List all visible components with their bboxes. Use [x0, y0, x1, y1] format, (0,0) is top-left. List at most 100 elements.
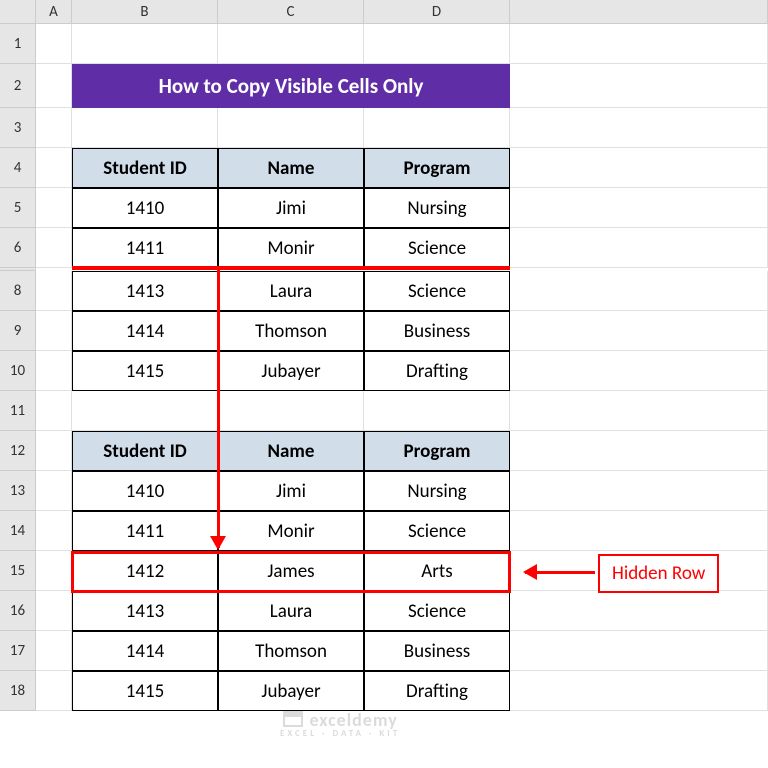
table-cell[interactable]: 1414	[72, 311, 218, 351]
table2-header-id[interactable]: Student ID	[72, 431, 218, 471]
row-header[interactable]: 12	[0, 431, 36, 471]
table-cell[interactable]: Nursing	[364, 471, 510, 511]
table1-header-name[interactable]: Name	[218, 148, 364, 188]
cell[interactable]	[218, 24, 364, 64]
cell[interactable]	[510, 591, 768, 631]
row-header[interactable]: 14	[0, 511, 36, 551]
table-cell[interactable]: 1413	[72, 591, 218, 631]
table-cell[interactable]: Drafting	[364, 351, 510, 391]
table-cell[interactable]: 1411	[72, 228, 218, 268]
cell[interactable]	[36, 591, 72, 631]
table-cell[interactable]: James	[218, 551, 364, 591]
col-header-A[interactable]: A	[36, 0, 72, 23]
cell[interactable]	[510, 351, 768, 391]
table-cell[interactable]: Jimi	[218, 471, 364, 511]
row-header[interactable]: 11	[0, 391, 36, 431]
table-cell[interactable]: 1412	[72, 551, 218, 591]
row-header[interactable]: 8	[0, 271, 36, 311]
row-header[interactable]: 9	[0, 311, 36, 351]
table-cell[interactable]: Jubayer	[218, 671, 364, 711]
cell[interactable]	[218, 108, 364, 148]
cell[interactable]	[36, 64, 72, 108]
table-cell[interactable]: Thomson	[218, 311, 364, 351]
table-cell[interactable]: Science	[364, 511, 510, 551]
col-header-B[interactable]: B	[72, 0, 218, 23]
table-cell[interactable]: Business	[364, 311, 510, 351]
table-cell[interactable]: Monir	[218, 511, 364, 551]
table1-header-program[interactable]: Program	[364, 148, 510, 188]
table-cell[interactable]: 1410	[72, 188, 218, 228]
table-cell[interactable]: Laura	[218, 591, 364, 631]
cell[interactable]	[36, 148, 72, 188]
table2-header-name[interactable]: Name	[218, 431, 364, 471]
table-cell[interactable]: Business	[364, 631, 510, 671]
row-header[interactable]: 17	[0, 631, 36, 671]
table-cell[interactable]: 1414	[72, 631, 218, 671]
table-cell[interactable]: 1415	[72, 351, 218, 391]
cell[interactable]	[36, 671, 72, 711]
cell[interactable]	[510, 271, 768, 311]
table-cell[interactable]: 1410	[72, 471, 218, 511]
cell[interactable]	[36, 431, 72, 471]
table-cell[interactable]: Thomson	[218, 631, 364, 671]
title-cell[interactable]: How to Copy Visible Cells Only	[72, 64, 510, 108]
col-header-C[interactable]: C	[218, 0, 364, 23]
table-cell[interactable]: Science	[364, 228, 510, 268]
table1-header-id[interactable]: Student ID	[72, 148, 218, 188]
cell[interactable]	[510, 631, 768, 671]
cell[interactable]	[36, 631, 72, 671]
cell[interactable]	[510, 24, 768, 64]
cell[interactable]	[510, 431, 768, 471]
row-header[interactable]: 15	[0, 551, 36, 591]
row-header[interactable]: 10	[0, 351, 36, 391]
table-cell[interactable]: Nursing	[364, 188, 510, 228]
table-cell[interactable]: Jimi	[218, 188, 364, 228]
cell[interactable]	[510, 671, 768, 711]
table-cell[interactable]: Science	[364, 591, 510, 631]
table-cell[interactable]: 1415	[72, 671, 218, 711]
cell[interactable]	[36, 471, 72, 511]
cell[interactable]	[510, 311, 768, 351]
table-cell[interactable]: 1411	[72, 511, 218, 551]
table-cell[interactable]: Jubayer	[218, 351, 364, 391]
cell[interactable]	[72, 391, 218, 431]
table-cell[interactable]: 1413	[72, 271, 218, 311]
table-cell[interactable]: Arts	[364, 551, 510, 591]
cell[interactable]	[364, 24, 510, 64]
cell[interactable]	[510, 471, 768, 511]
cell[interactable]	[36, 511, 72, 551]
cell[interactable]	[36, 271, 72, 311]
cell[interactable]	[510, 228, 768, 268]
table-cell[interactable]: Laura	[218, 271, 364, 311]
cell[interactable]	[510, 391, 768, 431]
row-header[interactable]: 2	[0, 64, 36, 108]
select-all-corner[interactable]	[0, 0, 36, 23]
cell[interactable]	[72, 24, 218, 64]
cell[interactable]	[36, 228, 72, 268]
row-header[interactable]: 3	[0, 108, 36, 148]
row-header[interactable]: 4	[0, 148, 36, 188]
cell[interactable]	[36, 311, 72, 351]
row-header[interactable]: 5	[0, 188, 36, 228]
table-cell[interactable]: Science	[364, 271, 510, 311]
cell[interactable]	[72, 108, 218, 148]
cell[interactable]	[364, 108, 510, 148]
cell[interactable]	[36, 551, 72, 591]
cell[interactable]	[510, 64, 768, 108]
col-header-D[interactable]: D	[364, 0, 510, 23]
cell[interactable]	[510, 188, 768, 228]
row-header[interactable]: 13	[0, 471, 36, 511]
cell[interactable]	[218, 391, 364, 431]
cell[interactable]	[36, 351, 72, 391]
table-cell[interactable]: Drafting	[364, 671, 510, 711]
cell[interactable]	[36, 188, 72, 228]
table-cell[interactable]: Monir	[218, 228, 364, 268]
cell[interactable]	[364, 391, 510, 431]
cell[interactable]	[36, 391, 72, 431]
cell[interactable]	[510, 511, 768, 551]
row-header[interactable]: 6	[0, 228, 36, 268]
row-header[interactable]: 1	[0, 24, 36, 64]
row-header[interactable]: 18	[0, 671, 36, 711]
row-header[interactable]: 16	[0, 591, 36, 631]
cell[interactable]	[36, 24, 72, 64]
